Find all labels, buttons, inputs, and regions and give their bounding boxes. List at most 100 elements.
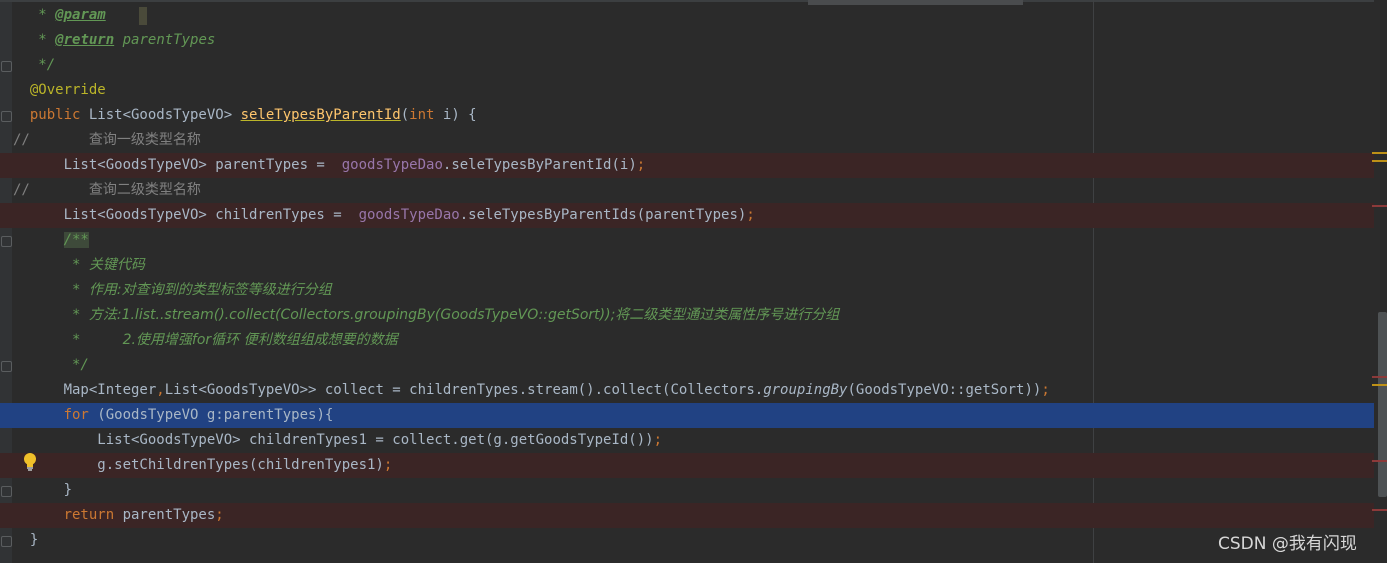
vertical-scrollbar[interactable]: [1374, 0, 1387, 563]
code-token: parentTypes: [114, 32, 216, 48]
code-line[interactable]: public List<GoodsTypeVO> seleTypesByPare…: [0, 103, 1374, 128]
code-token: @return: [55, 32, 115, 48]
code-line[interactable]: return parentTypes;: [0, 503, 1374, 528]
code-line-text: List<GoodsTypeVO> childrenTypes = goodsT…: [13, 203, 755, 228]
code-line-text: return parentTypes;: [13, 503, 224, 528]
code-token: i) {: [442, 107, 477, 123]
code-line[interactable]: Map<Integer,List<GoodsTypeVO>> collect =…: [0, 378, 1374, 403]
fold-icon[interactable]: [1, 361, 12, 372]
code-token: ;: [636, 157, 646, 173]
code-token: Map<Integer: [13, 382, 157, 398]
error-marker[interactable]: [1372, 460, 1387, 462]
code-line[interactable]: // 查询一级类型名称: [0, 128, 1374, 153]
code-line-text: List<GoodsTypeVO> parentTypes = goodsTyp…: [13, 153, 646, 178]
code-token: 查询二级类型名称: [88, 182, 201, 198]
code-token: @param: [55, 7, 106, 23]
fold-icon[interactable]: [1, 486, 12, 497]
code-token: List<GoodsTypeVO> childrenTypes1 = colle…: [13, 432, 654, 448]
code-line[interactable]: List<GoodsTypeVO> parentTypes = goodsTyp…: [0, 153, 1374, 178]
fold-icon[interactable]: [1, 111, 12, 122]
error-marker[interactable]: [1372, 205, 1387, 207]
code-token: 查询一级类型名称: [88, 132, 201, 148]
code-token: }: [13, 482, 73, 498]
error-marker[interactable]: [1372, 376, 1387, 378]
code-line[interactable]: }: [0, 478, 1374, 503]
code-token: 2.使用增强for循环 便利数组组成想要的数据: [122, 332, 398, 348]
code-line[interactable]: List<GoodsTypeVO> childrenTypes1 = colle…: [0, 428, 1374, 453]
code-line-text: List<GoodsTypeVO> childrenTypes1 = colle…: [13, 428, 662, 453]
error-marker[interactable]: [1372, 509, 1387, 511]
warning-marker[interactable]: [1372, 384, 1387, 386]
code-token: ;: [653, 432, 663, 448]
code-token: }: [13, 532, 39, 548]
code-token: List<GoodsTypeVO>> collect = childrenTyp…: [164, 382, 764, 398]
code-token: *: [13, 32, 56, 48]
warning-marker[interactable]: [1372, 160, 1387, 162]
code-token: (GoodsTypeVO::getSort)): [847, 382, 1042, 398]
code-line-text: /**: [13, 228, 89, 253]
editor-top-border: [0, 0, 1387, 2]
code-token: *: [13, 257, 89, 273]
code-token: 关键代码: [88, 257, 145, 273]
lightbulb-icon[interactable]: [22, 452, 38, 472]
code-line-text: }: [13, 528, 38, 553]
code-token: //: [13, 132, 89, 148]
code-line-text: */: [13, 53, 55, 78]
code-line[interactable]: g.setChildrenTypes(childrenTypes1);: [0, 453, 1374, 478]
code-token: ,: [156, 382, 165, 398]
fold-icon[interactable]: [1, 61, 12, 72]
code-token: List<GoodsTypeVO> parentTypes =: [13, 157, 342, 173]
code-line[interactable]: List<GoodsTypeVO> childrenTypes = goodsT…: [0, 203, 1374, 228]
code-line-text: * 作用:对查询到的类型标签等级进行分组: [13, 278, 332, 303]
code-token: .seleTypesByParentIds(parentTypes): [459, 207, 747, 223]
warning-marker[interactable]: [1372, 152, 1387, 154]
code-line[interactable]: * @return parentTypes: [0, 28, 1374, 53]
code-token: 作用:对查询到的类型标签等级进行分组: [88, 282, 332, 298]
code-token: int: [409, 107, 443, 123]
code-token: ;: [383, 457, 393, 473]
code-line[interactable]: */: [0, 353, 1374, 378]
code-token: goodsTypeDao: [341, 157, 443, 173]
code-line[interactable]: for (GoodsTypeVO g:parentTypes){: [0, 403, 1374, 428]
code-line-text: * @return parentTypes: [13, 28, 215, 53]
code-token: groupingBy: [763, 382, 848, 398]
code-token: (GoodsTypeVO g:parentTypes){: [97, 407, 334, 423]
code-token: *: [13, 332, 123, 348]
code-line-text: * 关键代码: [13, 253, 145, 278]
code-token: return: [13, 507, 123, 523]
code-line[interactable]: * @param: [0, 3, 1374, 28]
code-line[interactable]: * 关键代码: [0, 253, 1374, 278]
code-token: parentTypes: [122, 507, 216, 523]
code-token: 方法:1.list..stream().collect(Collectors.g…: [88, 307, 840, 323]
fold-icon[interactable]: [1, 236, 12, 247]
code-line-text: }: [13, 478, 72, 503]
code-token: (: [400, 107, 410, 123]
code-line[interactable]: @Override: [0, 78, 1374, 103]
watermark: CSDN @我有闪现: [1218, 534, 1357, 554]
code-line-text: // 查询一级类型名称: [13, 128, 201, 153]
code-line-text: g.setChildrenTypes(childrenTypes1);: [13, 453, 392, 478]
text-cursor: [139, 7, 147, 25]
code-token: public: [13, 107, 89, 123]
code-token: List<GoodsTypeVO>: [88, 107, 241, 123]
vertical-scrollbar-thumb[interactable]: [1378, 312, 1387, 497]
code-line[interactable]: * 方法:1.list..stream().collect(Collectors…: [0, 303, 1374, 328]
code-line[interactable]: }: [0, 528, 1374, 553]
code-token: *: [13, 7, 56, 23]
code-line-text: public List<GoodsTypeVO> seleTypesByPare…: [13, 103, 477, 128]
code-line-text: * 方法:1.list..stream().collect(Collectors…: [13, 303, 839, 328]
code-line[interactable]: /**: [0, 228, 1374, 253]
code-token: g.setChildrenTypes(childrenTypes1): [13, 457, 384, 473]
code-line-text: Map<Integer,List<GoodsTypeVO>> collect =…: [13, 378, 1050, 403]
code-line[interactable]: * 2.使用增强for循环 便利数组组成想要的数据: [0, 328, 1374, 353]
code-line[interactable]: // 查询二级类型名称: [0, 178, 1374, 203]
code-editor[interactable]: * @param * @return parentTypes */ @Overr…: [0, 0, 1387, 563]
code-line[interactable]: */: [0, 53, 1374, 78]
code-token: *: [13, 282, 89, 298]
code-line[interactable]: * 作用:对查询到的类型标签等级进行分组: [0, 278, 1374, 303]
fold-icon[interactable]: [1, 536, 12, 547]
code-line-text: * 2.使用增强for循环 便利数组组成想要的数据: [13, 328, 398, 353]
code-token: List<GoodsTypeVO> childrenTypes =: [13, 207, 359, 223]
